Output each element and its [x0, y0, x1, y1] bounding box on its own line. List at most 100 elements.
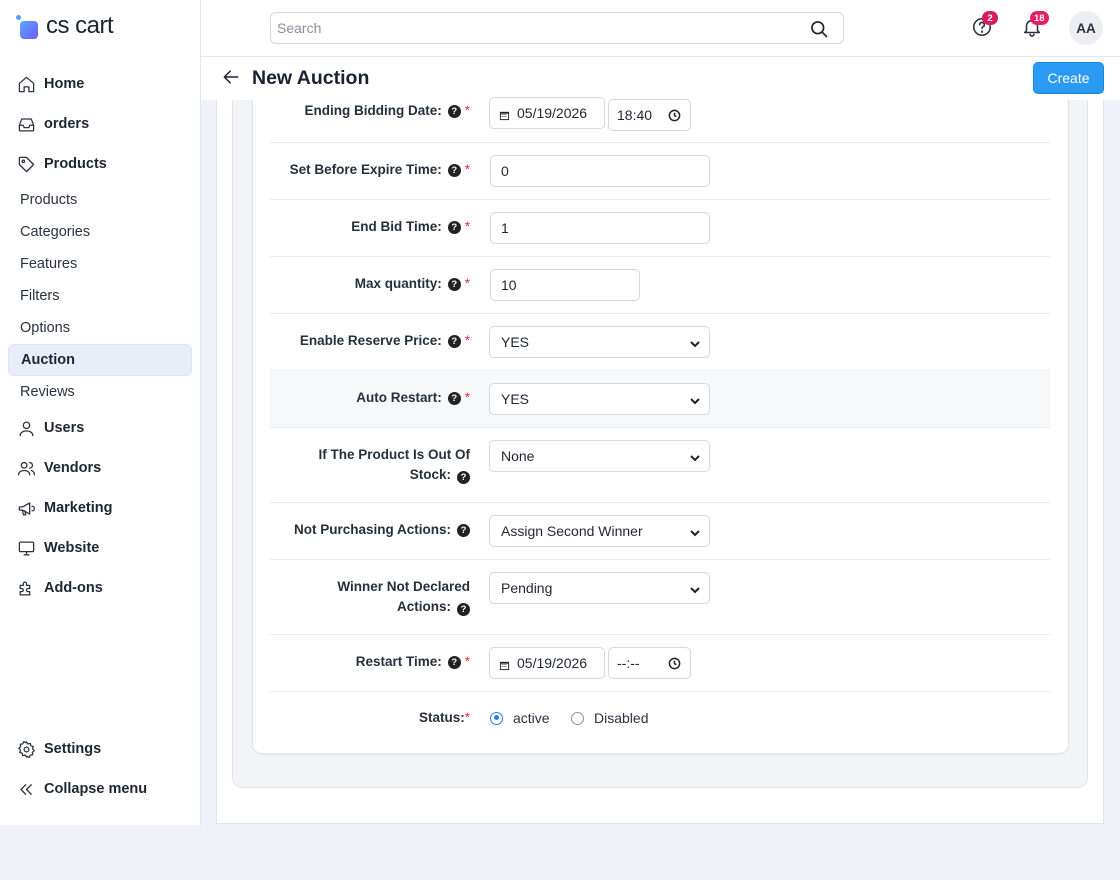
calendar-icon — [499, 108, 510, 121]
form-row-winner-not-declared: Winner Not Declared Actions:? Pending — [270, 560, 1050, 635]
sidebar-item-label: Products — [44, 156, 107, 172]
auto-restart-select[interactable]: YES — [489, 383, 710, 415]
restart-date-input[interactable]: 05/19/2026 — [489, 647, 605, 679]
sidebar-item-settings[interactable]: Settings — [8, 733, 192, 765]
help-icon[interactable]: ? — [447, 104, 461, 118]
sidebar-item-vendors[interactable]: Vendors — [8, 452, 192, 484]
sidebar-item-label: Settings — [44, 741, 102, 757]
form-row-out-of-stock: If The Product Is Out Of Stock:? None — [270, 428, 1050, 503]
inbox-icon — [16, 114, 36, 134]
field-label: Enable Reserve Price:? * — [299, 333, 470, 348]
sidebar-subitem-categories[interactable]: Categories — [8, 216, 192, 248]
status-active-radio[interactable]: active — [490, 710, 550, 726]
sidebar-item-label: Marketing — [44, 500, 113, 516]
search-input[interactable] — [271, 13, 791, 43]
arrow-left-icon — [223, 70, 239, 84]
field-label: Restart Time:? * — [355, 654, 470, 669]
sidebar-subitem-filters[interactable]: Filters — [8, 280, 192, 312]
page-title: New Auction — [252, 67, 370, 89]
logo[interactable]: cs cart — [16, 12, 114, 40]
set-before-expire-input[interactable]: 0 — [490, 155, 710, 187]
notifications-button[interactable]: 18 — [1021, 11, 1049, 38]
sidebar-item-label: Add-ons — [44, 580, 103, 596]
max-quantity-input[interactable]: 10 — [490, 269, 640, 301]
help-button[interactable]: 2 — [971, 11, 998, 38]
create-button[interactable]: Create — [1033, 62, 1104, 94]
megaphone-icon — [16, 498, 36, 518]
clock-icon — [668, 657, 681, 670]
users-icon — [16, 458, 36, 478]
sidebar: cs cart Home orders Products Products Ca… — [0, 0, 201, 825]
sidebar-item-users[interactable]: Users — [8, 412, 192, 444]
sidebar-subitem-features[interactable]: Features — [8, 248, 192, 280]
form-row-enable-reserve-price: Enable Reserve Price:? * YES — [270, 314, 1050, 371]
not-purchasing-select[interactable]: Assign Second Winner — [489, 515, 710, 547]
sidebar-subitem-products[interactable]: Products — [8, 184, 192, 216]
form-row-restart-time: Restart Time:? * 05/19/2026 --:-- — [270, 635, 1050, 692]
ending-date-input[interactable]: 05/19/2026 — [489, 97, 605, 129]
sidebar-item-orders[interactable]: orders — [8, 108, 192, 140]
collapse-menu-button[interactable]: Collapse menu — [8, 773, 192, 805]
help-icon[interactable]: ? — [447, 220, 461, 234]
sidebar-subitem-reviews[interactable]: Reviews — [8, 376, 192, 408]
field-label: Ending Bidding Date:? * — [304, 103, 470, 118]
sidebar-subitem-auction[interactable]: Auction — [8, 344, 192, 376]
sidebar-item-label: Users — [44, 420, 85, 436]
field-label: Set Before Expire Time:? * — [289, 162, 470, 177]
home-icon — [16, 74, 36, 94]
field-label: Auto Restart:? * — [356, 390, 470, 405]
field-label: Status: * — [418, 710, 470, 725]
sidebar-item-add-ons[interactable]: Add-ons — [8, 572, 192, 604]
out-of-stock-select[interactable]: None — [489, 440, 710, 472]
help-icon[interactable]: ? — [447, 334, 461, 348]
help-icon[interactable]: ? — [447, 163, 461, 177]
chevron-down-icon — [689, 583, 701, 595]
calendar-icon — [499, 658, 510, 671]
sidebar-item-label: orders — [44, 116, 90, 132]
logo-text: cs cart — [46, 12, 114, 39]
sidebar-item-marketing[interactable]: Marketing — [8, 492, 192, 524]
help-icon[interactable]: ? — [457, 471, 470, 484]
sidebar-item-label: Home — [44, 76, 85, 92]
top-bar: 2 18 AA — [201, 0, 1120, 57]
chevron-down-icon — [689, 451, 701, 463]
back-button[interactable] — [221, 67, 243, 89]
help-icon[interactable]: ? — [457, 523, 470, 537]
puzzle-icon — [16, 578, 36, 598]
form-row-max-quantity: Max quantity:? * 10 — [270, 257, 1050, 314]
form-row-not-purchasing: Not Purchasing Actions:? Assign Second W… — [270, 503, 1050, 560]
search-icon[interactable] — [809, 19, 829, 39]
help-icon[interactable]: ? — [447, 391, 461, 405]
sidebar-item-website[interactable]: Website — [8, 532, 192, 564]
restart-time-input[interactable]: --:-- — [608, 647, 691, 679]
notifications-badge: 18 — [1030, 11, 1049, 25]
winner-not-declared-select[interactable]: Pending — [489, 572, 710, 604]
sidebar-item-products[interactable]: Products — [8, 148, 192, 180]
page-header: New Auction Create — [201, 57, 1120, 100]
sidebar-item-label: Vendors — [44, 460, 102, 476]
tag-icon — [16, 154, 36, 174]
ending-time-input[interactable]: 18:40 — [608, 99, 691, 131]
form-row-status: Status: * active Disabled — [270, 692, 1050, 744]
avatar[interactable]: AA — [1069, 11, 1103, 45]
status-disabled-radio[interactable]: Disabled — [571, 710, 648, 726]
chevrons-left-icon — [16, 779, 36, 799]
sidebar-item-home[interactable]: Home — [8, 68, 192, 100]
sidebar-subitem-options[interactable]: Options — [8, 312, 192, 344]
help-badge: 2 — [982, 11, 998, 25]
monitor-icon — [16, 538, 36, 558]
end-bid-time-input[interactable]: 1 — [490, 212, 710, 244]
help-icon[interactable]: ? — [447, 277, 461, 291]
help-icon[interactable]: ? — [457, 603, 470, 616]
sidebar-item-label: Collapse menu — [44, 781, 148, 797]
field-label: If The Product Is Out Of Stock:? — [318, 447, 470, 484]
form-row-ending-bidding-date: Ending Bidding Date:? * 05/19/2026 18:40 — [270, 97, 1050, 143]
help-icon[interactable]: ? — [447, 655, 461, 669]
radio-checked — [490, 711, 503, 725]
clock-icon — [668, 109, 681, 122]
chevron-down-icon — [689, 337, 701, 349]
form-row-end-bid-time: End Bid Time:? * 1 — [270, 200, 1050, 257]
search-box — [270, 12, 844, 44]
gear-icon — [16, 739, 36, 759]
enable-reserve-price-select[interactable]: YES — [489, 326, 710, 358]
